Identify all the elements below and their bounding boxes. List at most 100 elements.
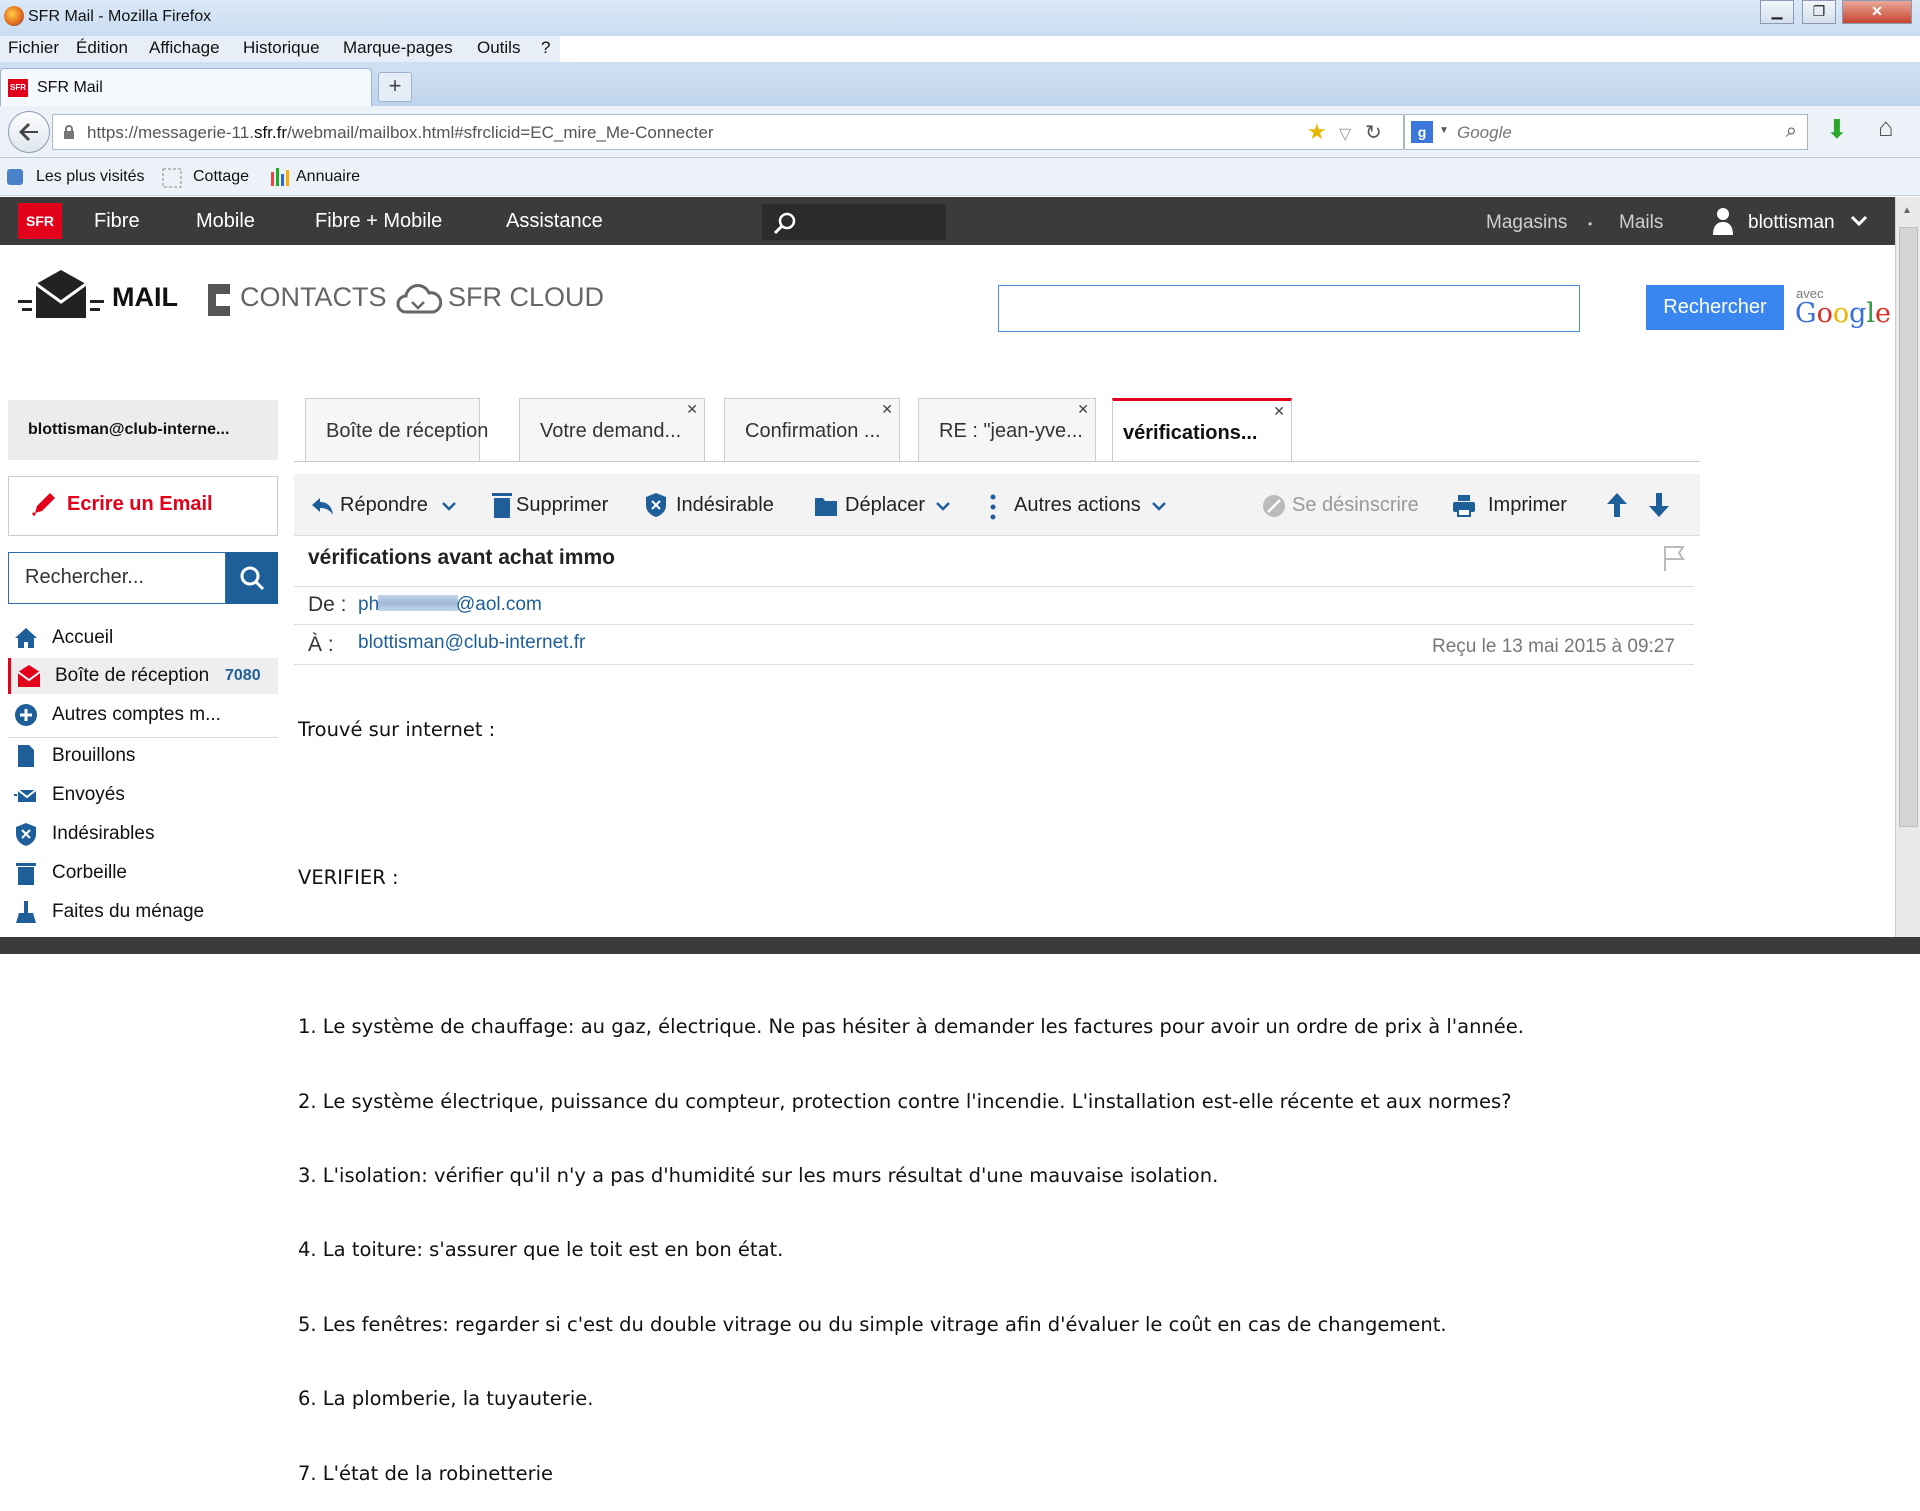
rechercher-button[interactable]: Rechercher [1646, 285, 1784, 330]
folder-label: Faites du ménage [52, 901, 205, 922]
search-engine-dropdown-icon[interactable]: ▼ [1439, 125, 1449, 136]
folder-label: Corbeille [52, 862, 127, 883]
mail-tab-label: vérifications... [1123, 422, 1258, 444]
download-icon[interactable]: ⬇ [1826, 114, 1848, 145]
app-cloud-label[interactable]: SFR CLOUD [448, 282, 604, 313]
home-icon[interactable]: ⌂ [1878, 112, 1894, 143]
new-tab-button[interactable]: + [378, 72, 412, 102]
menu-fichier[interactable]: Fichier [8, 38, 59, 58]
mail-tab-label: Votre demand... [540, 420, 682, 442]
menu-affichage[interactable]: Affichage [149, 38, 220, 58]
chevron-down-icon[interactable] [1152, 502, 1166, 512]
inbox-icon [17, 665, 41, 687]
account-selector[interactable]: blottisman@club-interne... [8, 400, 278, 460]
close-tab-icon[interactable]: ✕ [1077, 401, 1089, 418]
more-actions-button[interactable]: Autres actions [1014, 494, 1141, 517]
mail-search-input[interactable]: Rechercher... [8, 552, 226, 604]
spam-button[interactable]: Indésirable [676, 494, 774, 517]
folder-drafts[interactable]: Brouillons [8, 738, 278, 774]
menu-bar: Fichier Édition Affichage Historique Mar… [0, 36, 560, 62]
mail-envelope-icon [18, 270, 104, 318]
close-tab-icon[interactable]: ✕ [881, 401, 893, 418]
bookmark-annuaire[interactable]: Annuaire [296, 168, 360, 186]
delete-button[interactable]: Supprimer [516, 494, 608, 517]
page-scrollbar[interactable]: ▲ [1895, 197, 1920, 937]
mail-tab-label: RE : "jean-yve... [939, 420, 1083, 442]
cloud-icon [396, 284, 442, 314]
arrow-down-icon[interactable] [1648, 492, 1670, 518]
folder-inbox[interactable]: Boîte de réception 7080 [8, 658, 278, 694]
compose-button[interactable]: Ecrire un Email [8, 476, 278, 536]
contacts-icon [208, 284, 232, 316]
web-search-input[interactable] [998, 285, 1580, 332]
bookmark-star-icon[interactable]: ★ [1307, 119, 1327, 145]
minimize-button[interactable]: ▁ [1760, 0, 1794, 24]
sfr-top-search[interactable] [762, 204, 946, 240]
close-tab-icon[interactable]: ✕ [686, 401, 698, 418]
chevron-down-icon[interactable] [1850, 215, 1868, 227]
menu-outils[interactable]: Outils [477, 38, 520, 58]
menu-historique[interactable]: Historique [243, 38, 320, 58]
menu-marque-pages[interactable]: Marque-pages [343, 38, 453, 58]
folder-other-accounts[interactable]: Autres comptes m... [8, 697, 278, 733]
dropdown-arrow-icon[interactable]: ▽ [1339, 124, 1351, 144]
header-divider [294, 624, 1694, 625]
body-line: 4. La toiture: s'assurer que le toit est… [298, 1238, 784, 1262]
chevron-down-icon[interactable] [936, 502, 950, 512]
sfr-logo[interactable]: SFR [18, 203, 62, 239]
firefox-icon [4, 6, 24, 26]
close-tab-icon[interactable]: ✕ [1273, 403, 1285, 420]
move-button[interactable]: Déplacer [845, 494, 925, 517]
from-address-start[interactable]: ph [358, 594, 379, 616]
user-name[interactable]: blottisman [1748, 212, 1835, 234]
back-button[interactable] [8, 111, 50, 153]
chevron-down-icon[interactable] [442, 502, 456, 512]
arrow-up-icon[interactable] [1606, 492, 1628, 518]
mail-tab-inbox[interactable]: Boîte de réception [305, 398, 488, 462]
mail-tab-verifications[interactable]: vérifications... ✕ [1112, 398, 1292, 462]
folder-accueil[interactable]: Accueil [8, 620, 278, 656]
lock-icon [64, 125, 74, 139]
folder-sent[interactable]: Envoyés [8, 777, 278, 813]
browser-tab-bar: SFR SFR Mail + [0, 62, 1920, 106]
browser-search-box[interactable]: g ▼ Google ⌕ [1404, 114, 1808, 150]
reload-icon[interactable]: ↻ [1365, 120, 1382, 145]
folder-cleanup[interactable]: Faites du ménage [8, 894, 278, 930]
nav-assistance[interactable]: Assistance [506, 210, 603, 233]
body-line: ​ [298, 792, 1524, 817]
app-mail-label[interactable]: MAIL [112, 282, 178, 313]
nav-mails[interactable]: Mails [1619, 212, 1663, 234]
mail-tab-confirmation[interactable]: Confirmation ... ✕ [724, 398, 900, 462]
nav-fibre[interactable]: Fibre [94, 210, 140, 233]
to-address[interactable]: blottisman@club-internet.fr [358, 632, 585, 654]
bookmark-cottage[interactable]: Cottage [193, 168, 249, 186]
maximize-button[interactable]: ❐ [1802, 0, 1836, 24]
close-window-button[interactable]: ✕ [1842, 0, 1912, 24]
nav-separator: • [1588, 217, 1593, 231]
print-button[interactable]: Imprimer [1488, 494, 1567, 517]
flag-icon[interactable] [1662, 544, 1686, 572]
folder-spam[interactable]: Indésirables [8, 816, 278, 852]
menu-edition[interactable]: Édition [76, 38, 128, 58]
menu-help[interactable]: ? [541, 38, 550, 58]
mail-search-button[interactable] [226, 552, 278, 604]
nav-magasins[interactable]: Magasins [1486, 212, 1567, 234]
bookmarks-toolbar: Les plus visités Cottage Annuaire [0, 158, 1920, 196]
reply-icon [312, 498, 333, 515]
browser-tab-sfr-mail[interactable]: SFR SFR Mail [0, 68, 372, 106]
unsubscribe-button[interactable]: Se désinscrire [1292, 494, 1419, 517]
search-icon[interactable]: ⌕ [1786, 120, 1797, 143]
nav-mobile[interactable]: Mobile [196, 210, 255, 233]
bookmark-most-visited[interactable]: Les plus visités [36, 168, 145, 186]
mail-tab-re-jean-yves[interactable]: RE : "jean-yve... ✕ [918, 398, 1096, 462]
scrollbar-thumb[interactable] [1899, 227, 1918, 827]
scroll-up-icon[interactable]: ▲ [1902, 205, 1912, 216]
app-contacts-label[interactable]: CONTACTS [240, 282, 387, 313]
from-address-end[interactable]: @aol.com [456, 594, 542, 616]
google-search-engine-icon[interactable]: g [1411, 121, 1433, 143]
nav-fibre-mobile[interactable]: Fibre + Mobile [315, 210, 442, 233]
url-bar[interactable]: https://messagerie-11.sfr.fr/webmail/mai… [52, 114, 1404, 150]
folder-trash[interactable]: Corbeille [8, 855, 278, 891]
mail-tab-votre-demande[interactable]: Votre demand... ✕ [519, 398, 705, 462]
reply-button[interactable]: Répondre [340, 494, 428, 517]
